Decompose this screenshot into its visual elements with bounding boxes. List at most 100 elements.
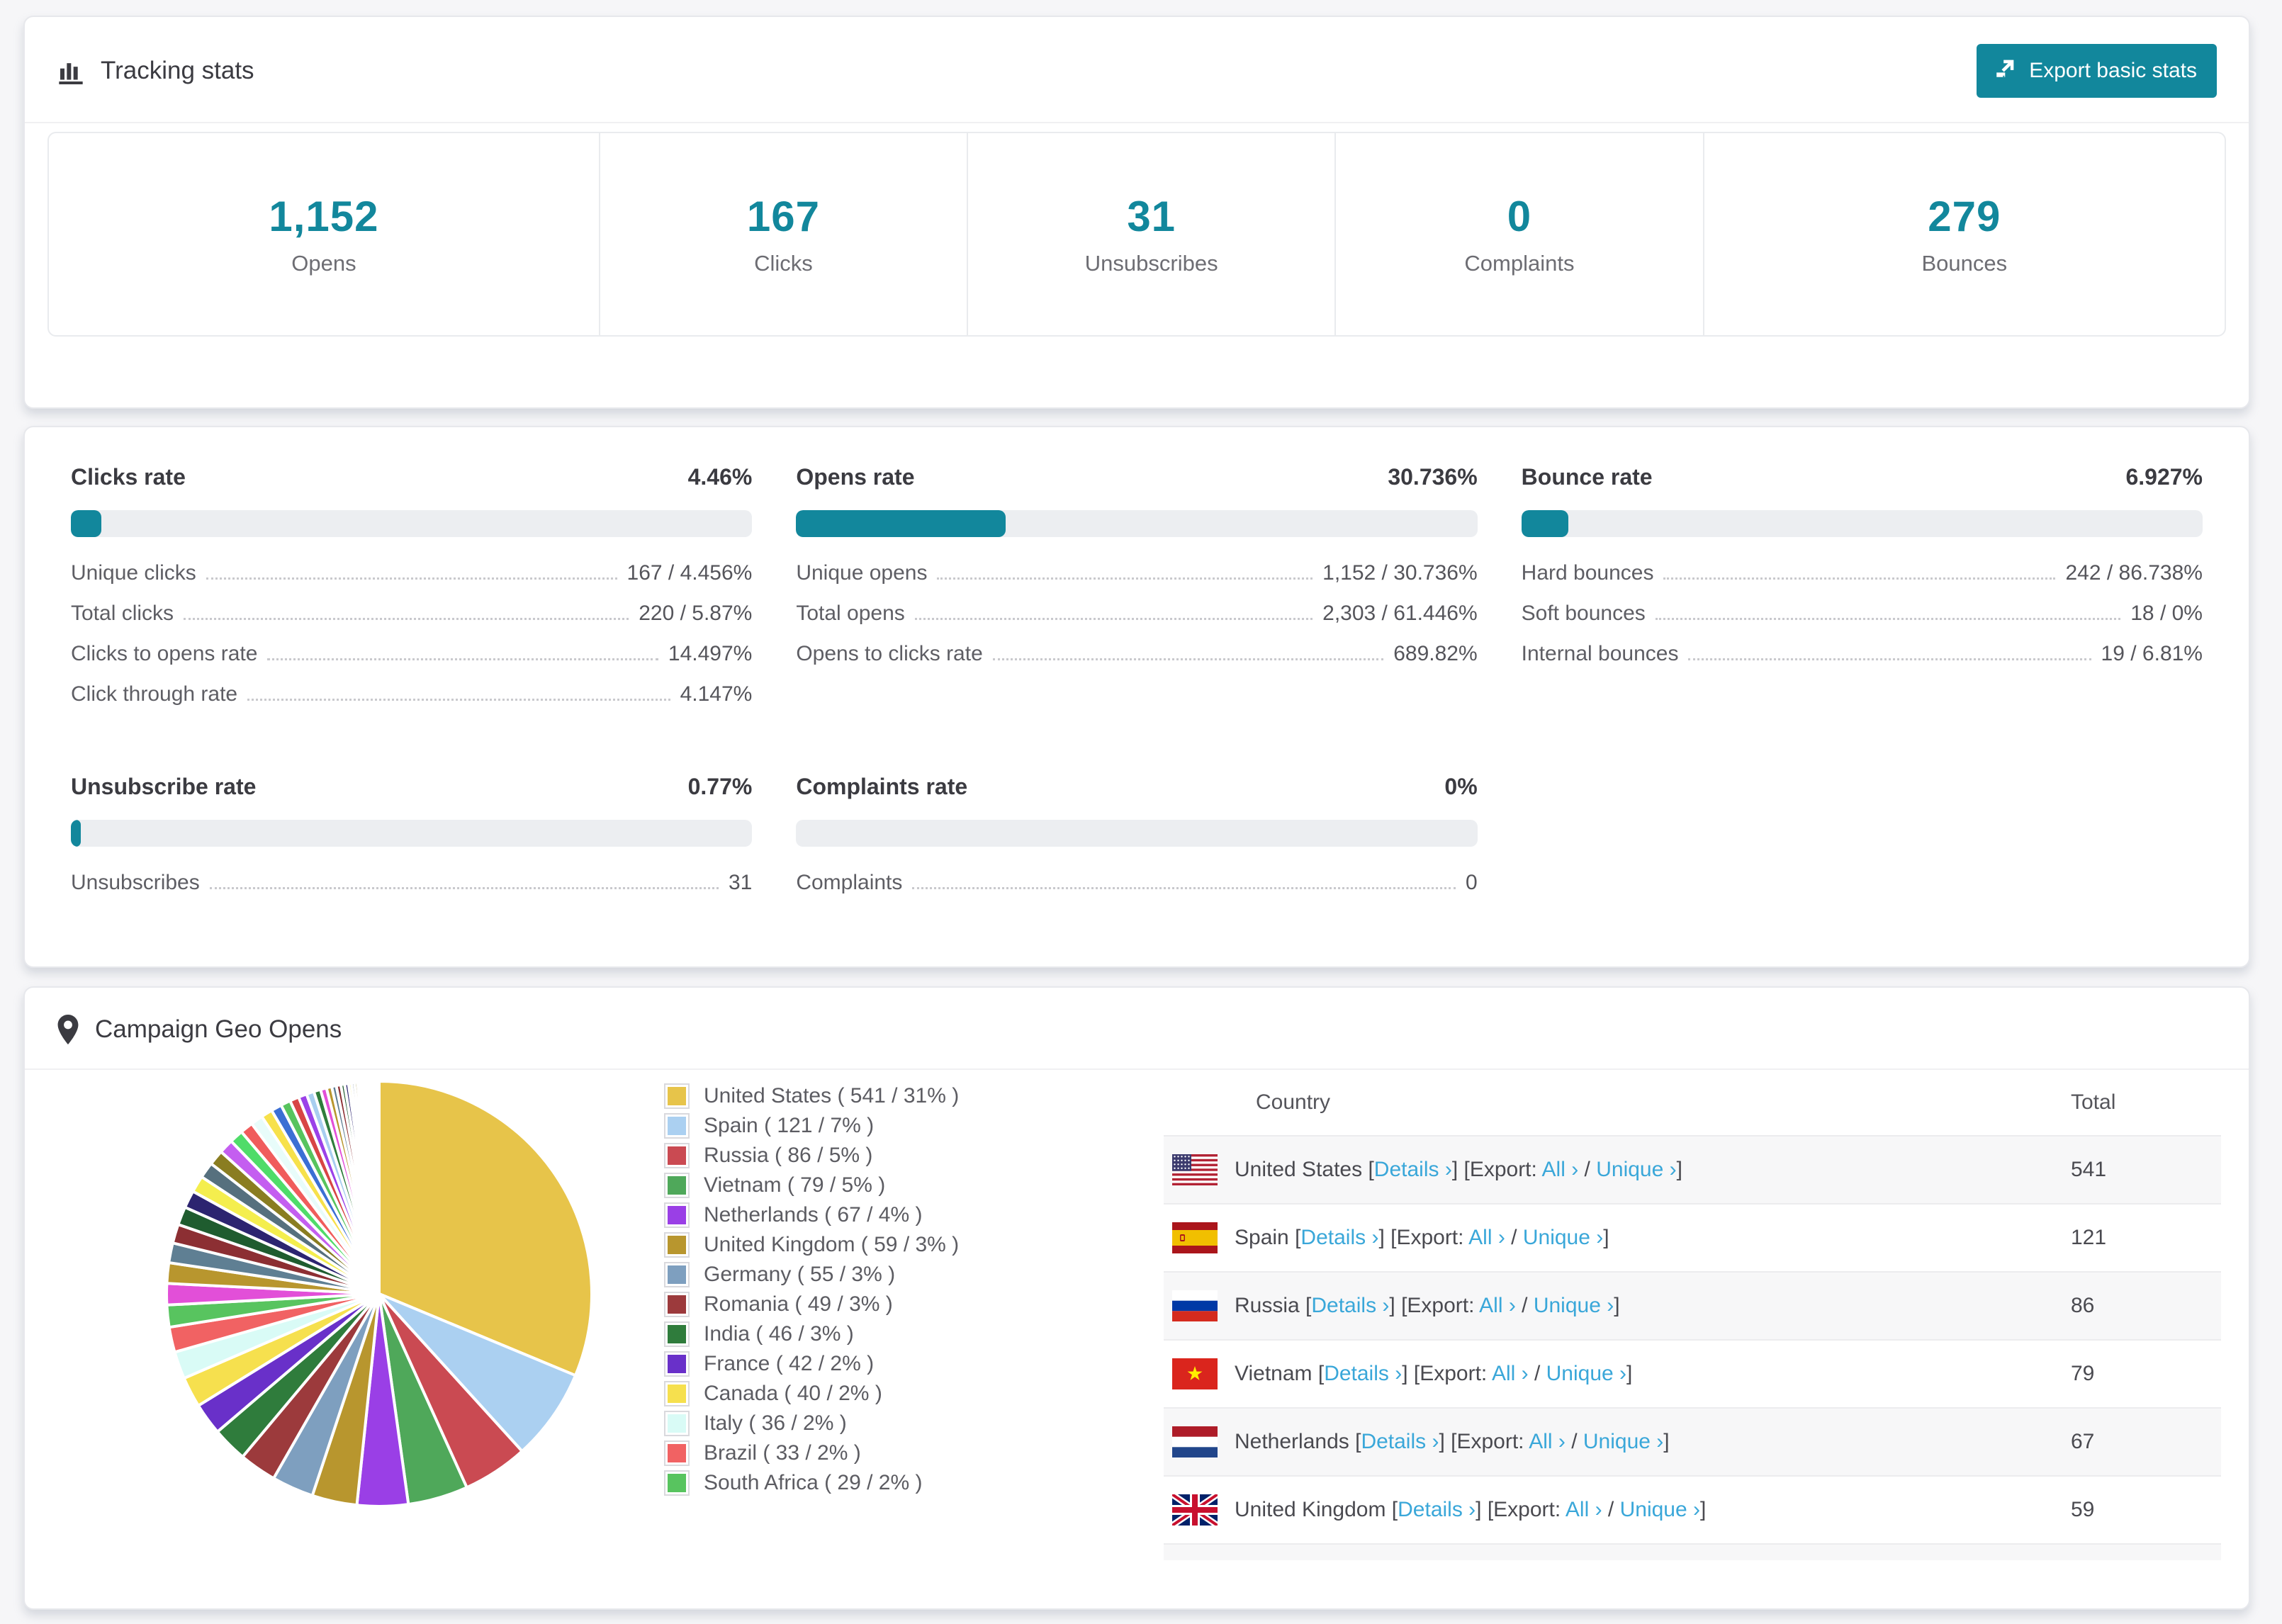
legend-label: Spain ( 121 / 7% ) xyxy=(704,1114,875,1137)
geo-table: Country Total United States [Details ›] … xyxy=(1164,1070,2221,1560)
stat-value: 1,152 / 30.736% xyxy=(1322,561,1478,585)
geo-export-all-link[interactable]: All › xyxy=(1529,1430,1566,1453)
legend-swatch xyxy=(664,1083,690,1109)
geo-export-unique-link[interactable]: Unique › xyxy=(1523,1226,1603,1249)
export-prefix: ] [Export: xyxy=(1378,1226,1469,1249)
stat-label: Opens to clicks rate xyxy=(796,642,983,665)
geo-table-row: Vietnam [Details ›] [Export: All › / Uni… xyxy=(1164,1339,2221,1407)
legend-label: United Kingdom ( 59 / 3% ) xyxy=(704,1233,960,1256)
rate-block-clicks: Clicks rate 4.46% Unique clicks 167 / 4.456… xyxy=(71,464,753,723)
map-pin-icon xyxy=(57,1015,79,1044)
rate-progress-fill xyxy=(1521,510,1569,537)
gb-flag-icon xyxy=(1172,1494,1218,1526)
geo-details-link[interactable]: Details › xyxy=(1324,1362,1402,1385)
summary-row: 1,152 Opens 167 Clicks 31 Unsubscribes 0 Compla… xyxy=(47,132,2226,337)
stat-label: Total clicks xyxy=(71,602,174,625)
legend-label: Netherlands ( 67 / 4% ) xyxy=(704,1203,923,1227)
rate-progress-fill xyxy=(796,510,1006,537)
rate-value: 0% xyxy=(1444,774,1478,799)
rates-grid: Clicks rate 4.46% Unique clicks 167 / 4.456… xyxy=(25,427,2249,966)
export-basic-stats-button[interactable]: Export basic stats xyxy=(1977,44,2217,98)
geo-export-all-link[interactable]: All › xyxy=(1468,1226,1505,1249)
geo-export-unique-link[interactable]: Unique › xyxy=(1620,1498,1700,1521)
geo-details-link[interactable]: Details › xyxy=(1361,1430,1439,1453)
country-name: United States [ xyxy=(1235,1158,1374,1181)
export-prefix: ] [Export: xyxy=(1439,1430,1529,1453)
total-cell: 67 xyxy=(2071,1430,2095,1453)
stat-label: Unique clicks xyxy=(71,561,196,585)
tracking-stats-card: Tracking stats Export basic stats 1,152 O… xyxy=(23,16,2250,409)
legend-swatch xyxy=(664,1292,690,1317)
geo-export-all-link[interactable]: All › xyxy=(1479,1294,1516,1317)
geo-table-row: United Kingdom [Details ›] [Export: All … xyxy=(1164,1475,2221,1543)
dotted-leader xyxy=(1655,618,2121,620)
stat-row: Complaints 0 xyxy=(796,871,1477,911)
geo-header: Campaign Geo Opens xyxy=(25,988,2249,1070)
dotted-leader xyxy=(184,618,629,620)
summary-box-opens: 1,152 Opens xyxy=(49,133,600,335)
legend-label: France ( 42 / 2% ) xyxy=(704,1352,875,1375)
dotted-leader xyxy=(1688,658,2091,660)
bar-chart-icon xyxy=(57,57,85,85)
geo-opens-pie-chart[interactable] xyxy=(159,1074,599,1517)
country-cell: Netherlands [Details ›] [Export: All › /… xyxy=(1235,1430,2071,1454)
stat-row: Click through rate 4.147% xyxy=(71,682,752,723)
dotted-leader xyxy=(937,577,1313,580)
legend-swatch xyxy=(664,1262,690,1287)
geo-details-link[interactable]: Details › xyxy=(1374,1158,1452,1181)
geo-title-text: Campaign Geo Opens xyxy=(95,1015,342,1043)
geo-export-all-link[interactable]: All › xyxy=(1492,1362,1529,1385)
geo-export-unique-link[interactable]: Unique › xyxy=(1583,1430,1663,1453)
legend-item: India ( 46 / 3% ) xyxy=(664,1319,959,1349)
rates-card: Clicks rate 4.46% Unique clicks 167 / 4.456… xyxy=(23,426,2250,968)
close-bracket: ] xyxy=(1626,1362,1633,1385)
geo-table-row: Russia [Details ›] [Export: All › / Uniq… xyxy=(1164,1271,2221,1339)
tracking-stats-title-text: Tracking stats xyxy=(101,57,254,84)
summary-box-bounces: 279 Bounces xyxy=(1704,133,2225,335)
legend-swatch xyxy=(664,1202,690,1228)
stat-row: Unique clicks 167 / 4.456% xyxy=(71,561,752,602)
legend-item: Spain ( 121 / 7% ) xyxy=(664,1111,959,1141)
geo-export-all-link[interactable]: All › xyxy=(1542,1158,1579,1181)
geo-export-all-link[interactable]: All › xyxy=(1566,1498,1602,1521)
geo-table-body: United States [Details ›] [Export: All ›… xyxy=(1164,1135,2221,1560)
geo-details-link[interactable]: Details › xyxy=(1398,1498,1476,1521)
rate-block-opens: Opens rate 30.736% Unique opens 1,152 / 30.… xyxy=(796,464,1478,723)
legend-swatch xyxy=(664,1411,690,1436)
geo-table-row: Germany [Details ›] [Export: All › / Uni… xyxy=(1164,1543,2221,1560)
total-cell: 59 xyxy=(2071,1498,2095,1521)
vn-flag-icon xyxy=(1172,1358,1218,1389)
geo-export-unique-link[interactable]: Unique › xyxy=(1534,1294,1614,1317)
legend-item: Canada ( 40 / 2% ) xyxy=(664,1379,959,1409)
geo-details-link[interactable]: Details › xyxy=(1311,1294,1389,1317)
stat-label: Clicks to opens rate xyxy=(71,642,258,665)
country-name: United Kingdom [ xyxy=(1235,1498,1398,1521)
country-cell: Vietnam [Details ›] [Export: All › / Uni… xyxy=(1235,1362,2071,1386)
legend-item: France ( 42 / 2% ) xyxy=(664,1349,959,1379)
legend-swatch xyxy=(664,1143,690,1168)
legend-swatch xyxy=(664,1351,690,1377)
stat-value: 19 / 6.81% xyxy=(2101,642,2203,665)
legend-item: United Kingdom ( 59 / 3% ) xyxy=(664,1230,959,1260)
total-column-header: Total xyxy=(2071,1090,2116,1114)
stat-value: 689.82% xyxy=(1393,642,1478,665)
stat-row: Total clicks 220 / 5.87% xyxy=(71,602,752,642)
legend-swatch xyxy=(664,1440,690,1466)
tracking-stats-title: Tracking stats xyxy=(57,57,254,85)
rate-title: Bounce rate xyxy=(1521,464,1653,490)
stat-label: Hard bounces xyxy=(1521,561,1654,585)
country-name: Russia [ xyxy=(1235,1294,1312,1317)
stat-label: Total opens xyxy=(796,602,905,625)
geo-export-unique-link[interactable]: Unique › xyxy=(1596,1158,1676,1181)
geo-details-link[interactable]: Details › xyxy=(1300,1226,1378,1249)
stat-row: Internal bounces 19 / 6.81% xyxy=(1522,642,2203,682)
summary-label: Complaints xyxy=(1464,251,1575,276)
dotted-leader xyxy=(267,658,658,660)
legend-label: India ( 46 / 3% ) xyxy=(704,1322,854,1346)
geo-export-unique-link[interactable]: Unique › xyxy=(1546,1362,1626,1385)
stat-value: 31 xyxy=(728,871,753,894)
legend-item: Netherlands ( 67 / 4% ) xyxy=(664,1200,959,1230)
legend-label: Romania ( 49 / 3% ) xyxy=(704,1292,893,1316)
country-name: Vietnam [ xyxy=(1235,1362,1325,1385)
geo-table-row: United States [Details ›] [Export: All ›… xyxy=(1164,1135,2221,1203)
